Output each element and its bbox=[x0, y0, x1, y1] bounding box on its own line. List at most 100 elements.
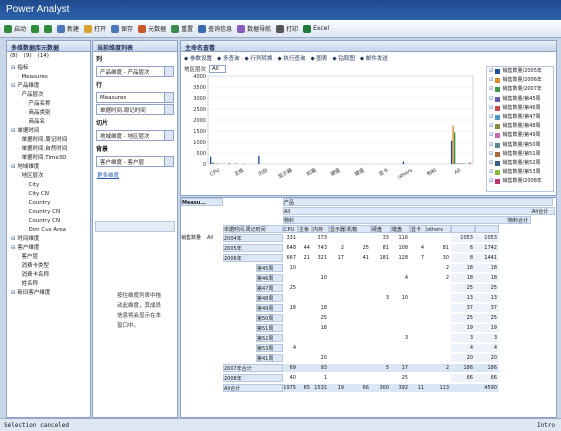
tree-item[interactable]: · City bbox=[9, 181, 88, 190]
tree-item[interactable]: · 单据时间.Time3D bbox=[9, 154, 88, 163]
legend-item[interactable]: ☑ 销售数量/第51周 bbox=[487, 150, 553, 159]
tree-item[interactable]: · 商品名 bbox=[9, 118, 88, 127]
legend-label: 销售数量/第46周 bbox=[502, 104, 541, 111]
toolbar-button-1[interactable] bbox=[31, 24, 40, 33]
legend-label: 销售数量/第48周 bbox=[502, 123, 541, 130]
legend-item[interactable]: ☑ 销售数量/第49周 bbox=[487, 131, 553, 140]
toolbar-button-3[interactable]: 新建 bbox=[57, 24, 79, 33]
tree-item[interactable]: · 地区层次 bbox=[9, 172, 88, 181]
slice-dropdown-icon[interactable] bbox=[164, 131, 173, 140]
tree-item[interactable]: ⊟ 新旧客户维度 bbox=[9, 289, 88, 298]
toolbar-button-11[interactable]: Excel bbox=[303, 24, 329, 33]
data-cell: 11 bbox=[410, 384, 426, 392]
tree-item[interactable]: ⊟ 客户维度 bbox=[9, 244, 88, 253]
tree-item[interactable]: · Country CN bbox=[9, 208, 88, 217]
tree-item[interactable]: · 单据时间.周记时间 bbox=[9, 136, 88, 145]
tree-item[interactable]: · City CN bbox=[9, 190, 88, 199]
toolbar-button-0[interactable]: 启动 bbox=[4, 24, 26, 33]
data-cell: 8 bbox=[451, 254, 475, 262]
main-tool-1[interactable]: ◆ 多查询 bbox=[217, 54, 239, 62]
tree-item[interactable]: · 消费卡类型 bbox=[9, 262, 88, 271]
legend-item[interactable]: ☑ 销售数量/第45周 bbox=[487, 95, 553, 104]
legend-checkbox[interactable]: ☑ bbox=[489, 150, 493, 159]
legend-checkbox[interactable]: ☑ bbox=[489, 168, 493, 177]
toolbar-button-5[interactable]: 保存 bbox=[111, 24, 133, 33]
main-tool-0[interactable]: ◆ 参数设置 bbox=[184, 54, 212, 62]
legend-checkbox[interactable]: ☑ bbox=[489, 113, 493, 122]
tree-item[interactable]: · 单据时间.自然时间 bbox=[9, 145, 88, 154]
data-cell: 10 bbox=[289, 265, 296, 271]
toolbar-button-10[interactable]: 打印 bbox=[276, 24, 298, 33]
tree-item[interactable]: · 商品类别 bbox=[9, 109, 88, 118]
tree-item[interactable]: · Country CN bbox=[9, 217, 88, 226]
main-tool-6[interactable]: ◆ 邮件发送 bbox=[360, 54, 388, 62]
toolbar-button-7[interactable]: 重置 bbox=[171, 24, 193, 33]
excel-icon bbox=[303, 24, 312, 33]
legend-item[interactable]: ☑ 销售数量/第47周 bbox=[487, 113, 553, 122]
rows-combo[interactable]: 产品维度 - 产品层次 bbox=[96, 66, 174, 77]
toolbar-button-8[interactable]: 查询信息 bbox=[198, 24, 232, 33]
legend-checkbox[interactable]: ☑ bbox=[489, 159, 493, 168]
legend-item[interactable]: ☑ 销售数量/第48周 bbox=[487, 122, 553, 131]
data-cell: 20 bbox=[451, 354, 475, 362]
bg-value: 客户维度 - 客户层 bbox=[100, 159, 144, 166]
tree-item-label: 单据时间 bbox=[17, 128, 40, 134]
tree-item[interactable]: · 姓名称 bbox=[9, 280, 88, 289]
main-tool-3[interactable]: ◆ 执行查询 bbox=[277, 54, 305, 62]
toolbar-button-4[interactable]: 打开 bbox=[84, 24, 106, 33]
legend-checkbox[interactable]: ☑ bbox=[489, 122, 493, 131]
data-cell bbox=[346, 234, 371, 242]
main-tool-5[interactable]: ◆ 钻取图 bbox=[332, 54, 354, 62]
tab-count-2[interactable]: (9) bbox=[24, 53, 32, 61]
legend-checkbox[interactable]: ☑ bbox=[489, 131, 493, 140]
tree-item[interactable]: ⊟ 产品维度 bbox=[9, 82, 88, 91]
legend-checkbox[interactable]: ☑ bbox=[489, 104, 493, 113]
legend-item[interactable]: ☑ 销售数量/2008年 bbox=[487, 177, 553, 186]
tree-item[interactable]: ⊟ 单据时间 bbox=[9, 127, 88, 136]
cols-combo-2[interactable]: 单据时间.周记时间 bbox=[96, 104, 174, 115]
tree-item[interactable]: · 消费卡名称 bbox=[9, 271, 88, 280]
tree-item[interactable]: ⊟ 地域维度 bbox=[9, 163, 88, 172]
slice-combo[interactable]: 地域维度 - 地区层次 bbox=[96, 130, 174, 141]
legend-checkbox[interactable]: ☑ bbox=[489, 85, 493, 94]
tree-item[interactable]: · 产品层次 bbox=[9, 91, 88, 100]
cols-combo-1[interactable]: Measures bbox=[96, 92, 174, 103]
legend-checkbox[interactable]: ☑ bbox=[489, 67, 493, 76]
legend-item[interactable]: ☑ 销售数量/第52周 bbox=[487, 159, 553, 168]
cols-dropdown-icon-2[interactable] bbox=[164, 105, 173, 114]
legend-item[interactable]: ☑ 销售数量/第50周 bbox=[487, 141, 553, 150]
tree-item[interactable]: · Country bbox=[9, 199, 88, 208]
tab-count-1[interactable]: (8) bbox=[10, 53, 18, 61]
tree-item[interactable]: ⊟ 指标 bbox=[9, 64, 88, 73]
legend-checkbox[interactable]: ☑ bbox=[489, 177, 493, 186]
tree-item[interactable]: · Measures bbox=[9, 73, 88, 82]
toolbar-button-6[interactable]: 元数据 bbox=[138, 24, 166, 33]
toolbar-button-9[interactable]: 数据导航 bbox=[237, 24, 271, 33]
legend-item[interactable]: ☑ 销售数量/2005年 bbox=[487, 67, 553, 76]
dimension-panel: 当前维度列表 列 产品维度 - 产品层次 行 Measures 单据时间.周记时… bbox=[92, 40, 178, 418]
legend-checkbox[interactable]: ☑ bbox=[489, 141, 493, 150]
tree-item[interactable]: · Dim Cus Area bbox=[9, 226, 88, 235]
legend-checkbox[interactable]: ☑ bbox=[489, 76, 493, 85]
more-dimensions-link[interactable]: 更多维度 bbox=[93, 168, 177, 182]
main-tool-4[interactable]: ◆ 图表 bbox=[310, 54, 327, 62]
legend-item[interactable]: ☑ 销售数量/第53周 bbox=[487, 168, 553, 177]
legend-item[interactable]: ☑ 销售数量/2006年 bbox=[487, 76, 553, 85]
tab-count-3[interactable]: (14) bbox=[38, 53, 49, 61]
toolbar-label: 打印 bbox=[286, 26, 299, 33]
legend-item[interactable]: ☑ 销售数量/2007年 bbox=[487, 85, 553, 94]
bg-dropdown-icon[interactable] bbox=[164, 157, 173, 166]
tree-item[interactable]: ⊟ 时间维度 bbox=[9, 235, 88, 244]
toolbar-button-2[interactable] bbox=[44, 24, 53, 33]
legend-checkbox[interactable]: ☑ bbox=[489, 95, 493, 104]
rows-dropdown-icon[interactable] bbox=[164, 67, 173, 76]
slice-label: 切片 bbox=[96, 120, 109, 127]
data-cell bbox=[298, 324, 312, 332]
tree-item[interactable]: · 客户层 bbox=[9, 253, 88, 262]
cols-dropdown-icon[interactable] bbox=[164, 93, 173, 102]
data-cell bbox=[329, 334, 346, 342]
bg-combo[interactable]: 客户维度 - 客户层 bbox=[96, 156, 174, 167]
tree-item[interactable]: · 产品名称 bbox=[9, 100, 88, 109]
main-tool-2[interactable]: ◆ 行列转换 bbox=[244, 54, 272, 62]
legend-item[interactable]: ☑ 销售数量/第46周 bbox=[487, 104, 553, 113]
